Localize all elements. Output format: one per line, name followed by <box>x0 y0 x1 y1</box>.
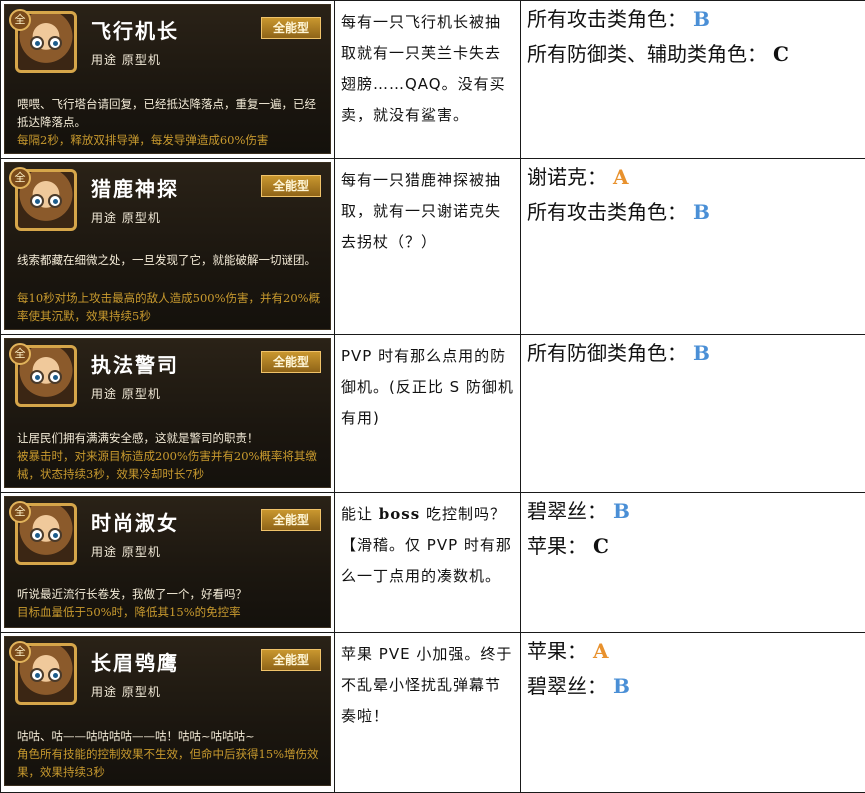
rating-label: 苹果： <box>527 534 587 558</box>
type-tag: 全能型 <box>261 17 321 39</box>
pet-card: 全 猎鹿神探 全能型 用途 原型机 线索都藏在细微之处，一旦发现了它，就能破解一… <box>4 162 331 330</box>
type-tag: 全能型 <box>261 351 321 373</box>
effect-text: 目标血量低于50%时，降低其15%的免控率 <box>17 603 325 621</box>
rating-grade: B <box>693 200 710 224</box>
note-cell: PVP 时有那么点用的防御机。(反正比 S 防御机有用) <box>335 335 521 493</box>
note-text: 苹果 PVE 小加强。终于不乱晕小怪扰乱弹幕节奏啦！ <box>335 633 520 732</box>
rating-grade: B <box>693 7 710 31</box>
flavor-text: 让居民们拥有满满安全感，这就是警司的职责！ <box>17 429 322 447</box>
all-badge: 全 <box>9 641 31 663</box>
rating-label: 所有攻击类角色： <box>527 7 687 31</box>
all-badge: 全 <box>9 9 31 31</box>
flavor-text: 喂喂、飞行塔台请回复，已经抵达降落点，重复一遍，已经抵达降落点。 <box>17 95 322 131</box>
all-badge: 全 <box>9 343 31 365</box>
rating-grade: B <box>693 341 710 365</box>
rating-grade: B <box>613 674 630 698</box>
note-cell: 能让 boss 吃控制吗？【滑稽。仅 PVP 时有那么一丁点用的凑数机。 <box>335 493 521 633</box>
card-cell: 全 长眉鸮鹰 全能型 用途 原型机 咕咕、咕——咕咕咕咕——咕！咕咕~咕咕咕~ … <box>1 633 335 793</box>
pet-name: 猎鹿神探 <box>91 173 179 202</box>
rating-cell: 苹果：A 碧翠丝：B <box>521 633 865 793</box>
rating-line: 所有攻击类角色：B <box>521 1 865 36</box>
rating-line: 所有防御类角色：B <box>521 335 865 370</box>
table-row: 全 猎鹿神探 全能型 用途 原型机 线索都藏在细微之处，一旦发现了它，就能破解一… <box>1 159 865 335</box>
effect-text: 被暴击时，对来源目标造成200%伤害并有20%概率将其缴械，状态持续3秒，效果冷… <box>17 447 325 483</box>
type-tag: 全能型 <box>261 649 321 671</box>
note-text: 每有一只猎鹿神探被抽取，就有一只谢诺克失去拐杖（？） <box>335 159 520 258</box>
rating-label: 所有防御类角色： <box>527 341 687 365</box>
table-row: 全 长眉鸮鹰 全能型 用途 原型机 咕咕、咕——咕咕咕咕——咕！咕咕~咕咕咕~ … <box>1 633 865 793</box>
table-row: 全 执法警司 全能型 用途 原型机 让居民们拥有满满安全感，这就是警司的职责！ … <box>1 335 865 493</box>
rating-grade: A <box>593 639 609 663</box>
rating-label: 谢诺克： <box>527 165 607 189</box>
pet-name: 时尚淑女 <box>91 507 179 536</box>
rating-grade: A <box>613 165 629 189</box>
usage-label: 用途 原型机 <box>91 51 161 68</box>
note-text: 每有一只飞行机长被抽取就有一只芙兰卡失去翅膀……QAQ。没有买卖，就没有鲨害。 <box>335 1 520 131</box>
flavor-text: 咕咕、咕——咕咕咕咕——咕！咕咕~咕咕咕~ <box>17 727 322 745</box>
pet-name: 飞行机长 <box>91 15 179 44</box>
card-cell: 全 时尚淑女 全能型 用途 原型机 听说最近流行长卷发，我做了一个，好看吗？ 目… <box>1 493 335 633</box>
rating-label: 碧翠丝： <box>527 674 607 698</box>
rating-line: 所有防御类、辅助类角色：C <box>521 36 865 71</box>
rating-cell: 所有防御类角色：B <box>521 335 865 493</box>
rating-line: 所有攻击类角色：B <box>521 194 865 229</box>
rating-label: 碧翠丝： <box>527 499 607 523</box>
rating-line: 碧翠丝：B <box>521 493 865 528</box>
effect-text: 每10秒对场上攻击最高的敌人造成500%伤害，并有20%概率使其沉默，效果持续5… <box>17 289 325 325</box>
note-cell: 苹果 PVE 小加强。终于不乱晕小怪扰乱弹幕节奏啦！ <box>335 633 521 793</box>
flavor-text: 听说最近流行长卷发，我做了一个，好看吗？ <box>17 585 322 603</box>
rating-grade: C <box>773 42 789 66</box>
all-badge: 全 <box>9 501 31 523</box>
all-badge: 全 <box>9 167 31 189</box>
card-cell: 全 猎鹿神探 全能型 用途 原型机 线索都藏在细微之处，一旦发现了它，就能破解一… <box>1 159 335 335</box>
flavor-text: 线索都藏在细微之处，一旦发现了它，就能破解一切谜团。 <box>17 251 322 269</box>
rating-cell: 所有攻击类角色：B 所有防御类、辅助类角色：C <box>521 1 865 159</box>
note-text: PVP 时有那么点用的防御机。(反正比 S 防御机有用) <box>335 335 520 434</box>
type-tag: 全能型 <box>261 175 321 197</box>
comparison-table: 全 飞行机长 全能型 用途 原型机 喂喂、飞行塔台请回复，已经抵达降落点，重复一… <box>0 0 865 793</box>
pet-card: 全 时尚淑女 全能型 用途 原型机 听说最近流行长卷发，我做了一个，好看吗？ 目… <box>4 496 331 628</box>
rating-label: 所有防御类、辅助类角色： <box>527 42 767 66</box>
effect-text: 每隔2秒，释放双排导弹，每发导弹造成60%伤害 <box>17 131 325 149</box>
table-row: 全 飞行机长 全能型 用途 原型机 喂喂、飞行塔台请回复，已经抵达降落点，重复一… <box>1 1 865 159</box>
rating-line: 苹果：C <box>521 528 865 563</box>
pet-name: 执法警司 <box>91 349 179 378</box>
rating-cell: 谢诺克：A 所有攻击类角色：B <box>521 159 865 335</box>
rating-grade: C <box>593 534 609 558</box>
pet-name: 长眉鸮鹰 <box>91 647 179 676</box>
rating-grade: B <box>613 499 630 523</box>
rating-line: 碧翠丝：B <box>521 668 865 703</box>
table-row: 全 时尚淑女 全能型 用途 原型机 听说最近流行长卷发，我做了一个，好看吗？ 目… <box>1 493 865 633</box>
usage-label: 用途 原型机 <box>91 683 161 700</box>
card-cell: 全 执法警司 全能型 用途 原型机 让居民们拥有满满安全感，这就是警司的职责！ … <box>1 335 335 493</box>
usage-label: 用途 原型机 <box>91 543 161 560</box>
note-text: 能让 boss 吃控制吗？【滑稽。仅 PVP 时有那么一丁点用的凑数机。 <box>335 493 520 592</box>
rating-label: 苹果： <box>527 639 587 663</box>
pet-card: 全 飞行机长 全能型 用途 原型机 喂喂、飞行塔台请回复，已经抵达降落点，重复一… <box>4 4 331 154</box>
rating-label: 所有攻击类角色： <box>527 200 687 224</box>
note-cell: 每有一只猎鹿神探被抽取，就有一只谢诺克失去拐杖（？） <box>335 159 521 335</box>
usage-label: 用途 原型机 <box>91 385 161 402</box>
note-cell: 每有一只飞行机长被抽取就有一只芙兰卡失去翅膀……QAQ。没有买卖，就没有鲨害。 <box>335 1 521 159</box>
card-cell: 全 飞行机长 全能型 用途 原型机 喂喂、飞行塔台请回复，已经抵达降落点，重复一… <box>1 1 335 159</box>
rating-line: 谢诺克：A <box>521 159 865 194</box>
pet-card: 全 执法警司 全能型 用途 原型机 让居民们拥有满满安全感，这就是警司的职责！ … <box>4 338 331 488</box>
rating-line: 苹果：A <box>521 633 865 668</box>
type-tag: 全能型 <box>261 509 321 531</box>
effect-text: 角色所有技能的控制效果不生效，但命中后获得15%增伤效果，效果持续3秒 <box>17 745 325 781</box>
usage-label: 用途 原型机 <box>91 209 161 226</box>
pet-card: 全 长眉鸮鹰 全能型 用途 原型机 咕咕、咕——咕咕咕咕——咕！咕咕~咕咕咕~ … <box>4 636 331 786</box>
rating-cell: 碧翠丝：B 苹果：C <box>521 493 865 633</box>
